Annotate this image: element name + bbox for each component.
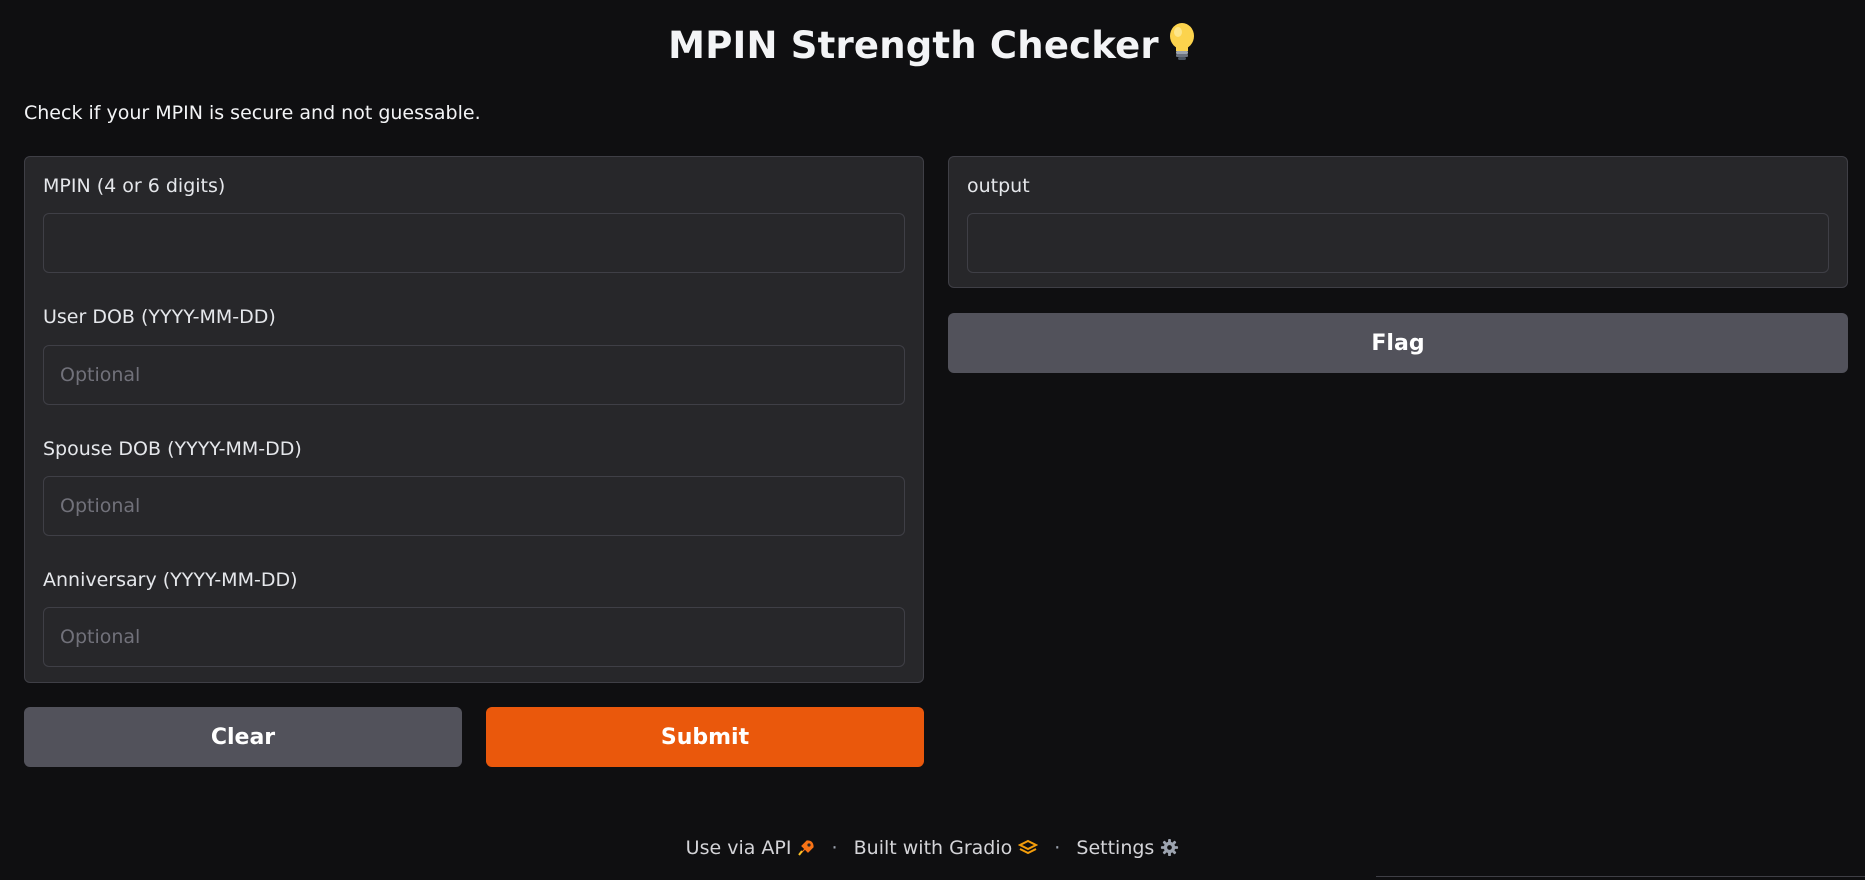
gear-icon xyxy=(1160,838,1179,862)
footer-separator: · xyxy=(831,837,838,859)
rocket-icon xyxy=(797,839,815,862)
lightbulb-icon xyxy=(1167,22,1197,71)
built-with-gradio-link[interactable]: Built with Gradio xyxy=(854,837,1039,859)
settings-label: Settings xyxy=(1076,837,1155,859)
footer: Use via API · Built with Gradio · Settin… xyxy=(0,837,1865,862)
app-root: MPIN Strength Checker Check if your MPIN… xyxy=(0,0,1865,880)
divider xyxy=(1376,876,1865,877)
gradio-logo-icon xyxy=(1018,839,1039,862)
settings-link[interactable]: Settings xyxy=(1076,837,1179,859)
user-dob-label: User DOB (YYYY-MM-DD) xyxy=(43,306,276,328)
use-via-api-link[interactable]: Use via API xyxy=(686,837,816,859)
anniversary-label: Anniversary (YYYY-MM-DD) xyxy=(43,569,298,591)
output-field[interactable] xyxy=(967,213,1829,273)
input-panel: MPIN (4 or 6 digits) User DOB (YYYY-MM-D… xyxy=(24,156,924,683)
clear-button[interactable]: Clear xyxy=(24,707,462,767)
anniversary-input[interactable] xyxy=(43,607,905,667)
built-with-gradio-label: Built with Gradio xyxy=(853,837,1013,859)
spouse-dob-label: Spouse DOB (YYYY-MM-DD) xyxy=(43,438,302,460)
submit-button[interactable]: Submit xyxy=(486,707,924,767)
page-description: Check if your MPIN is secure and not gue… xyxy=(24,102,481,124)
output-label: output xyxy=(967,175,1030,197)
flag-button[interactable]: Flag xyxy=(948,313,1848,373)
spouse-dob-input[interactable] xyxy=(43,476,905,536)
page-title: MPIN Strength Checker xyxy=(0,22,1865,71)
user-dob-input[interactable] xyxy=(43,345,905,405)
page-title-text: MPIN Strength Checker xyxy=(668,24,1159,67)
mpin-input[interactable] xyxy=(43,213,905,273)
mpin-label: MPIN (4 or 6 digits) xyxy=(43,175,226,197)
use-via-api-label: Use via API xyxy=(685,837,792,859)
footer-separator: · xyxy=(1054,837,1061,859)
output-panel: output xyxy=(948,156,1848,288)
